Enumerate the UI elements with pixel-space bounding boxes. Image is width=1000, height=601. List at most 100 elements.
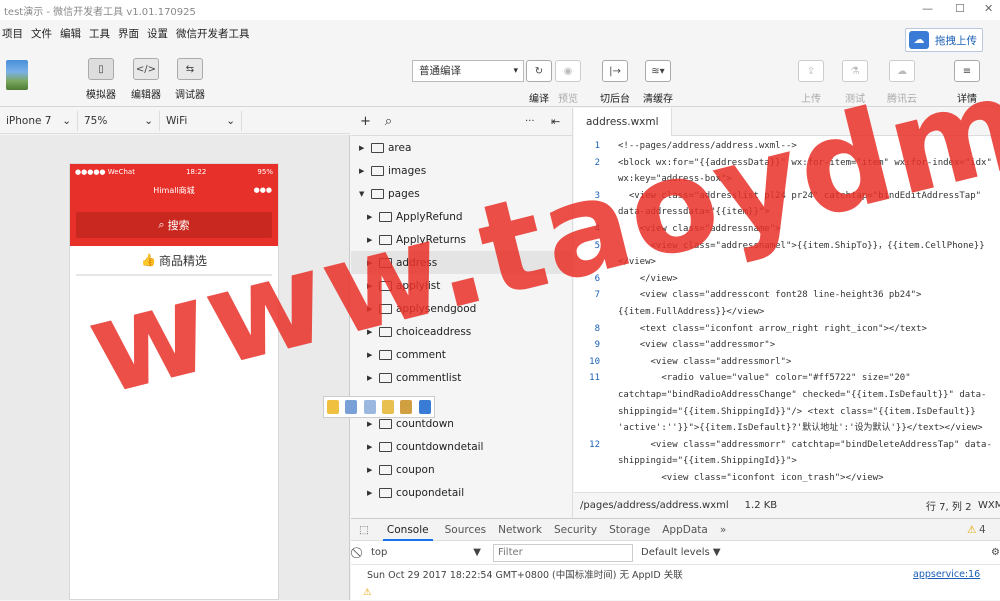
menu-tools[interactable]: 工具 [89,26,110,41]
chevron-right-icon: ▶ [367,488,373,497]
console-panel: ⬚ Console Sources Network Security Stora… [351,518,1000,600]
folder-icon [379,257,392,268]
editor-tab-active[interactable]: address.wxml [574,107,672,136]
phone-search-bar[interactable]: ⌕ 搜索 [76,212,272,238]
folder-icon[interactable] [400,400,413,414]
code-area[interactable]: 1 <!--pages/address/address.wxml--> 2 <bloc… [574,138,1000,490]
file-tree-item-label: choiceaddress [396,325,472,338]
emoji-icon[interactable] [327,400,340,414]
file-tree-item[interactable]: ▼ pages [351,182,572,205]
simulator-label: 模拟器 [86,90,116,101]
test-button[interactable]: ⚗ 测试 [842,60,868,105]
folder-icon [371,142,384,153]
avatar[interactable] [6,60,28,90]
compile-mode-select[interactable]: 普通编译 [412,60,524,82]
menu-file[interactable]: 文件 [31,26,52,41]
chevron-right-icon: ▶ [367,350,373,359]
console-filter-input[interactable] [493,543,633,562]
file-tree-item[interactable]: ▶ images [351,159,572,182]
switch-icon: |→ [602,60,628,82]
debugger-label: 调试器 [175,90,205,101]
file-tree-item[interactable]: ▶ ApplyRefund [351,205,572,228]
phone-screen[interactable]: ●●●●● WeChat 18:22 95% Himall商城 ●●● ⌕ 搜索… [69,163,279,600]
simulator-panel: ●●●●● WeChat 18:22 95% Himall商城 ●●● ⌕ 搜索… [0,135,350,600]
file-tree-item[interactable]: ▶ coupondetail [351,481,572,504]
document-icon[interactable] [345,400,358,414]
code-line: 12 <view class="addressmorr" catchtap="b… [574,437,1000,470]
file-tree-item[interactable]: ▶ coupon [351,458,572,481]
console-message-source[interactable]: appservice:16 [913,569,980,580]
console-message: Sun Oct 29 2017 18:22:54 GMT+0800 (中国标准时… [351,565,1000,583]
add-icon[interactable]: + [360,114,371,129]
code-line: 5 <view class="addressnamel">{{item.Ship… [574,238,1000,271]
code-line: 3 <view class="addresslist pl24 pr24" ca… [574,188,1000,221]
file-tree-item-label: images [388,164,427,177]
close-button[interactable]: ✕ [984,2,993,15]
network-value: WiFi [166,114,188,127]
code-text: <view class="addressnamel">{{item.ShipTo… [618,240,985,268]
minimize-button[interactable]: — [922,2,933,15]
debugger-button[interactable]: ⇆ 调试器 [175,58,205,101]
collapse-icon[interactable]: ⇤ [551,115,560,128]
simulator-button[interactable]: ▯ 模拟器 [86,58,116,101]
code-text: <view class="addresscont font28 line-hei… [618,290,922,317]
tab-sources[interactable]: Sources [445,524,487,536]
cursor-position: 行 7, 列 2 [926,502,972,513]
gear-icon[interactable]: ⚙ [991,547,1000,558]
drag-upload-button[interactable]: ☁ 拖拽上传 [905,28,983,52]
more-tabs-button[interactable]: » [720,524,726,536]
menu-view[interactable]: 界面 [118,26,139,41]
bulb-icon[interactable] [382,400,395,414]
chevron-right-icon: ▶ [367,442,373,451]
upload-button[interactable]: ⇪ 上传 [798,60,824,105]
switch-background-button[interactable]: |→ 切后台 [600,60,630,105]
bookmark-icon[interactable] [418,400,431,414]
more-icon[interactable]: ··· [525,116,535,127]
tab-storage[interactable]: Storage [609,524,650,536]
menu-wechat-devtools[interactable]: 微信开发者工具 [176,26,250,41]
file-tree-item[interactable]: ▶ countdowndetail [351,435,572,458]
line-number: 12 [589,439,600,450]
tab-security[interactable]: Security [554,524,597,536]
compile-button[interactable]: ↻ 编译 [526,60,552,105]
file-tree-item[interactable]: ▶ choiceaddress [351,320,572,343]
maximize-button[interactable]: ☐ [955,2,965,15]
file-tree-item[interactable]: ▶ comment [351,343,572,366]
tab-network[interactable]: Network [498,524,542,536]
test-label: 测试 [845,94,865,105]
tencent-cloud-button[interactable]: ☁ 腾讯云 [887,60,917,105]
device-model-select[interactable]: iPhone 7 ⌄ [0,110,78,131]
details-button[interactable]: ≡ 详情 [954,60,980,105]
code-text: <view class="addressname"> [618,223,781,234]
caret-down-icon: ▼ [473,547,481,558]
file-tree-item[interactable]: ▶ address [351,251,572,274]
menu-project[interactable]: 项目 [2,26,23,41]
file-tree-item[interactable]: ▶ applysendgood [351,297,572,320]
chevron-down-icon: ⌄ [144,114,153,127]
context-select[interactable]: top ▼ [371,547,481,558]
network-select[interactable]: WiFi ⌄ [160,110,242,131]
file-tree-item[interactable]: ▶ area [351,136,572,159]
device-model-value: iPhone 7 [6,114,52,127]
file-tree-item[interactable]: ▶ applylist [351,274,572,297]
line-number: 7 [594,290,600,301]
file-tree-item[interactable]: ▶ ApplyReturns [351,228,572,251]
window-icon[interactable] [363,400,376,414]
preview-label: 预览 [558,94,578,105]
folder-icon [379,464,392,475]
menu-edit[interactable]: 编辑 [60,26,81,41]
editor-button[interactable]: </> 编辑器 [131,58,161,101]
menu-settings[interactable]: 设置 [147,26,168,41]
preview-button[interactable]: ◉ 预览 [555,60,581,105]
search-icon[interactable]: ⌕ [385,114,392,129]
log-levels-select[interactable]: Default levels ▼ [641,547,721,558]
window-title: test演示 - 微信开发者工具 v1.01.170925 [4,6,196,18]
zoom-select[interactable]: 75% ⌄ [78,110,160,131]
file-tree-item[interactable]: ▶ commentlist [351,366,572,389]
tab-appdata[interactable]: AppData [662,524,708,536]
inspect-icon[interactable]: ⬚ [359,524,369,536]
file-tree-item-label: ApplyReturns [396,233,466,246]
tab-console[interactable]: Console [382,519,433,541]
more-dots-icon[interactable]: ●●● [254,186,272,194]
clear-cache-button[interactable]: ≋▾ 清缓存 [643,60,673,105]
